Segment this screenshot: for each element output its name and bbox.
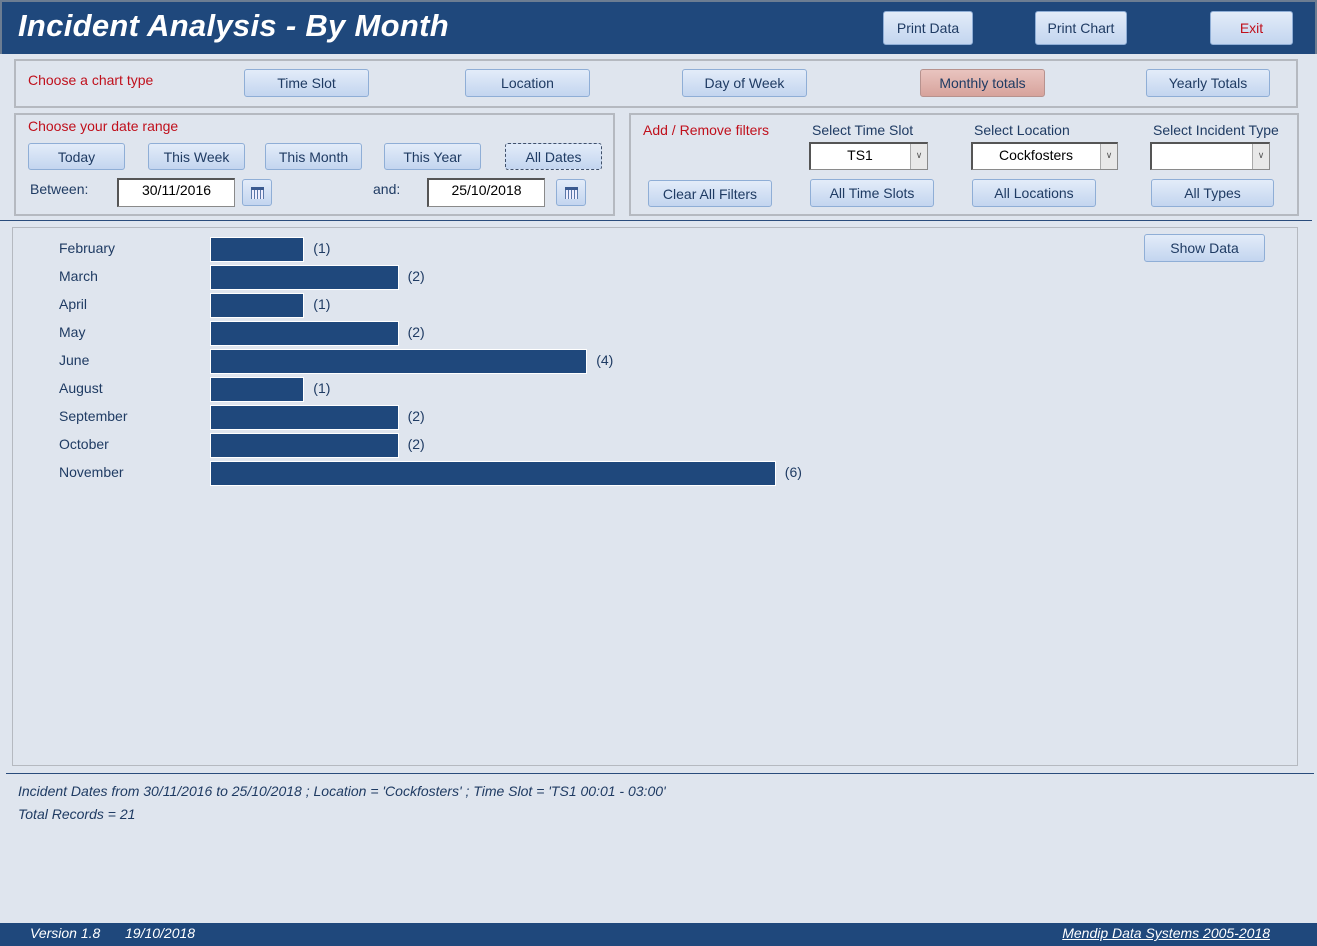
bar-september <box>210 405 399 430</box>
bar-value-label: (6) <box>784 464 802 480</box>
divider <box>0 220 1312 221</box>
bar-october <box>210 433 399 458</box>
bar-june <box>210 349 588 374</box>
month-label: March <box>59 268 98 284</box>
time-slot-value: TS1 <box>847 147 873 163</box>
version-date: 19/10/2018 <box>125 925 196 941</box>
all-locations-button[interactable]: All Locations <box>972 179 1096 207</box>
location-value: Cockfosters <box>999 147 1073 163</box>
start-date-calendar-icon[interactable] <box>242 179 272 206</box>
this-month-button[interactable]: This Month <box>265 143 362 170</box>
time-slot-label: Select Time Slot <box>812 122 914 138</box>
end-date-calendar-icon[interactable] <box>556 179 586 206</box>
summary-filter-text: Incident Dates from 30/11/2016 to 25/10/… <box>18 783 666 799</box>
exit-button[interactable]: Exit <box>1210 11 1293 45</box>
incident-type-label: Select Incident Type <box>1153 122 1279 138</box>
bar-value-label: (2) <box>407 268 425 284</box>
chart-panel <box>12 227 1298 766</box>
day-of-week-chart-button[interactable]: Day of Week <box>682 69 807 97</box>
filters-label: Add / Remove filters <box>643 122 770 138</box>
end-date-field[interactable]: 25/10/2018 <box>427 178 545 207</box>
bar-november <box>210 461 776 486</box>
month-label: August <box>59 380 103 396</box>
bar-may <box>210 321 399 346</box>
bar-value-label: (2) <box>407 408 425 424</box>
show-data-button[interactable]: Show Data <box>1144 234 1265 262</box>
version-text: Version 1.8 <box>30 925 101 941</box>
and-label: and: <box>373 181 401 197</box>
summary-total-records: Total Records = 21 <box>18 806 136 822</box>
today-button[interactable]: Today <box>28 143 125 170</box>
bar-april <box>210 293 305 318</box>
this-week-button[interactable]: This Week <box>148 143 245 170</box>
month-label: November <box>59 464 124 480</box>
monthly-totals-chart-button[interactable]: Monthly totals <box>920 69 1045 97</box>
chevron-down-icon[interactable]: ∨ <box>1100 144 1117 169</box>
location-chart-button[interactable]: Location <box>465 69 590 97</box>
this-year-button[interactable]: This Year <box>384 143 481 170</box>
page-title: Incident Analysis - By Month <box>18 8 449 43</box>
month-label: October <box>59 436 109 452</box>
month-label: April <box>59 296 88 312</box>
location-select[interactable]: Cockfosters ∨ <box>971 142 1118 170</box>
clear-all-filters-button[interactable]: Clear All Filters <box>648 180 772 207</box>
bar-value-label: (1) <box>313 380 331 396</box>
all-dates-button[interactable]: All Dates <box>505 143 602 170</box>
yearly-totals-chart-button[interactable]: Yearly Totals <box>1146 69 1270 97</box>
chart-type-label: Choose a chart type <box>28 72 154 88</box>
divider <box>6 773 1314 774</box>
footer-bar: Version 1.8 19/10/2018 Mendip Data Syste… <box>0 923 1317 946</box>
all-types-button[interactable]: All Types <box>1151 179 1274 207</box>
chart-type-panel <box>14 59 1298 108</box>
print-chart-button[interactable]: Print Chart <box>1035 11 1127 45</box>
month-label: May <box>59 324 86 340</box>
incident-type-select[interactable]: ∨ <box>1150 142 1270 170</box>
bar-value-label: (1) <box>313 240 331 256</box>
bar-value-label: (4) <box>596 352 614 368</box>
bar-february <box>210 237 305 262</box>
month-label: September <box>59 408 128 424</box>
bar-value-label: (1) <box>313 296 331 312</box>
chevron-down-icon[interactable]: ∨ <box>910 144 927 169</box>
date-range-label: Choose your date range <box>28 118 179 134</box>
between-label: Between: <box>30 181 89 197</box>
bar-value-label: (2) <box>407 436 425 452</box>
all-time-slots-button[interactable]: All Time Slots <box>810 179 934 207</box>
chevron-down-icon[interactable]: ∨ <box>1252 144 1269 169</box>
print-data-button[interactable]: Print Data <box>883 11 973 45</box>
start-date-field[interactable]: 30/11/2016 <box>117 178 235 207</box>
bar-value-label: (2) <box>407 324 425 340</box>
bar-august <box>210 377 305 402</box>
month-label: June <box>59 352 90 368</box>
bar-march <box>210 265 399 290</box>
time-slot-chart-button[interactable]: Time Slot <box>244 69 369 97</box>
month-label: February <box>59 240 116 256</box>
location-label: Select Location <box>974 122 1070 138</box>
time-slot-select[interactable]: TS1 ∨ <box>809 142 928 170</box>
company-link[interactable]: Mendip Data Systems 2005-2018 <box>1062 925 1270 941</box>
